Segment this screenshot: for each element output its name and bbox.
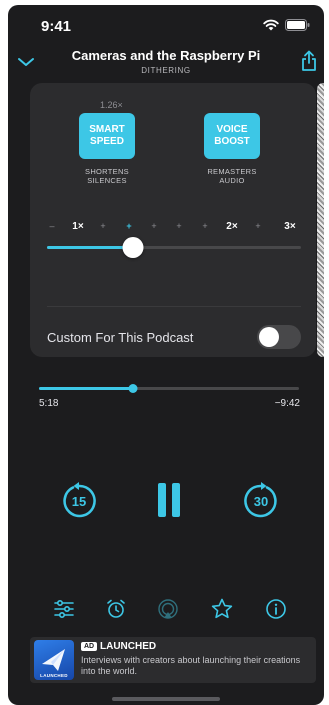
speed-scale-tick[interactable]: + (126, 221, 131, 231)
battery-icon (285, 19, 310, 31)
share-icon[interactable] (300, 50, 318, 77)
effects-panel: 1.26× SMART SPEED SHORTENS SILENCES VOIC… (30, 83, 316, 357)
playback-scrubber[interactable] (39, 384, 299, 393)
speed-scale-tick[interactable]: – (49, 221, 54, 231)
speed-slider-fill (47, 246, 133, 249)
podcast-name: DITHERING (141, 66, 191, 75)
skip-back-seconds: 15 (71, 494, 87, 509)
divider (47, 306, 301, 307)
status-time: 9:41 (41, 18, 72, 35)
airplay-icon[interactable] (156, 597, 180, 621)
player-header: Cameras and the Raspberry Pi DITHERING (8, 45, 324, 81)
ad-banner[interactable]: LAUNCHED AD LAUNCHED Interviews with cre… (30, 637, 316, 683)
custom-for-podcast-label: Custom For This Podcast (47, 330, 194, 345)
ad-description: Interviews with creators about launching… (81, 655, 301, 676)
scrubber-thumb[interactable] (128, 384, 138, 393)
speed-scale: – 1× + + + + + 2× + 3× (49, 221, 302, 233)
ad-artwork: LAUNCHED (34, 640, 74, 680)
episode-artwork[interactable] (317, 83, 324, 357)
voice-boost-caption: REMASTERS AUDIO (207, 167, 257, 185)
player-screen: 9:41 Cameras and the Raspberry Pi DITHER… (8, 5, 324, 705)
skip-back-button[interactable]: 15 (59, 481, 99, 521)
speed-scale-tick[interactable]: + (255, 221, 260, 231)
speed-value: 1.26× (100, 100, 123, 110)
sleep-timer-icon[interactable] (104, 597, 128, 621)
skip-forward-button[interactable]: 30 (241, 481, 281, 521)
ad-artwork-caption: LAUNCHED (40, 673, 68, 678)
pause-button[interactable] (154, 479, 184, 523)
wifi-icon (263, 19, 279, 31)
ad-title: LAUNCHED (100, 641, 157, 652)
info-icon[interactable] (264, 597, 288, 621)
skip-forward-seconds: 30 (253, 494, 269, 509)
speed-scale-tick[interactable]: 2× (226, 221, 237, 232)
home-indicator (112, 697, 220, 701)
speed-slider-thumb[interactable] (122, 237, 144, 258)
episode-title: Cameras and the Raspberry Pi (71, 48, 261, 63)
speed-scale-tick[interactable]: + (151, 221, 156, 231)
toggle-knob (259, 327, 279, 347)
speed-scale-tick[interactable]: 1× (72, 221, 83, 232)
speed-scale-tick[interactable]: + (176, 221, 181, 231)
speed-scale-tick[interactable]: 3× (284, 221, 295, 232)
scrubber-fill (39, 387, 133, 390)
chevron-down-icon[interactable] (17, 55, 35, 73)
smart-speed-button[interactable]: SMART SPEED (79, 113, 135, 159)
ad-badge: AD (81, 642, 98, 651)
player-toolbar (8, 597, 324, 621)
remaining-time: −9:42 (274, 398, 300, 409)
status-icons (263, 19, 310, 31)
speed-scale-tick[interactable]: + (202, 221, 207, 231)
custom-for-podcast-toggle[interactable] (257, 325, 301, 349)
effects-icon[interactable] (52, 597, 76, 621)
voice-boost-button[interactable]: VOICE BOOST (204, 113, 260, 159)
playback-speed-slider[interactable] (47, 237, 301, 258)
star-icon[interactable] (210, 597, 234, 621)
speed-scale-tick[interactable]: + (100, 221, 105, 231)
pause-icon (158, 483, 180, 517)
elapsed-time: 5:18 (39, 398, 59, 409)
status-bar: 9:41 (8, 5, 324, 41)
transport-controls: 15 30 (8, 475, 324, 527)
smart-speed-caption: SHORTENS SILENCES (85, 167, 129, 185)
